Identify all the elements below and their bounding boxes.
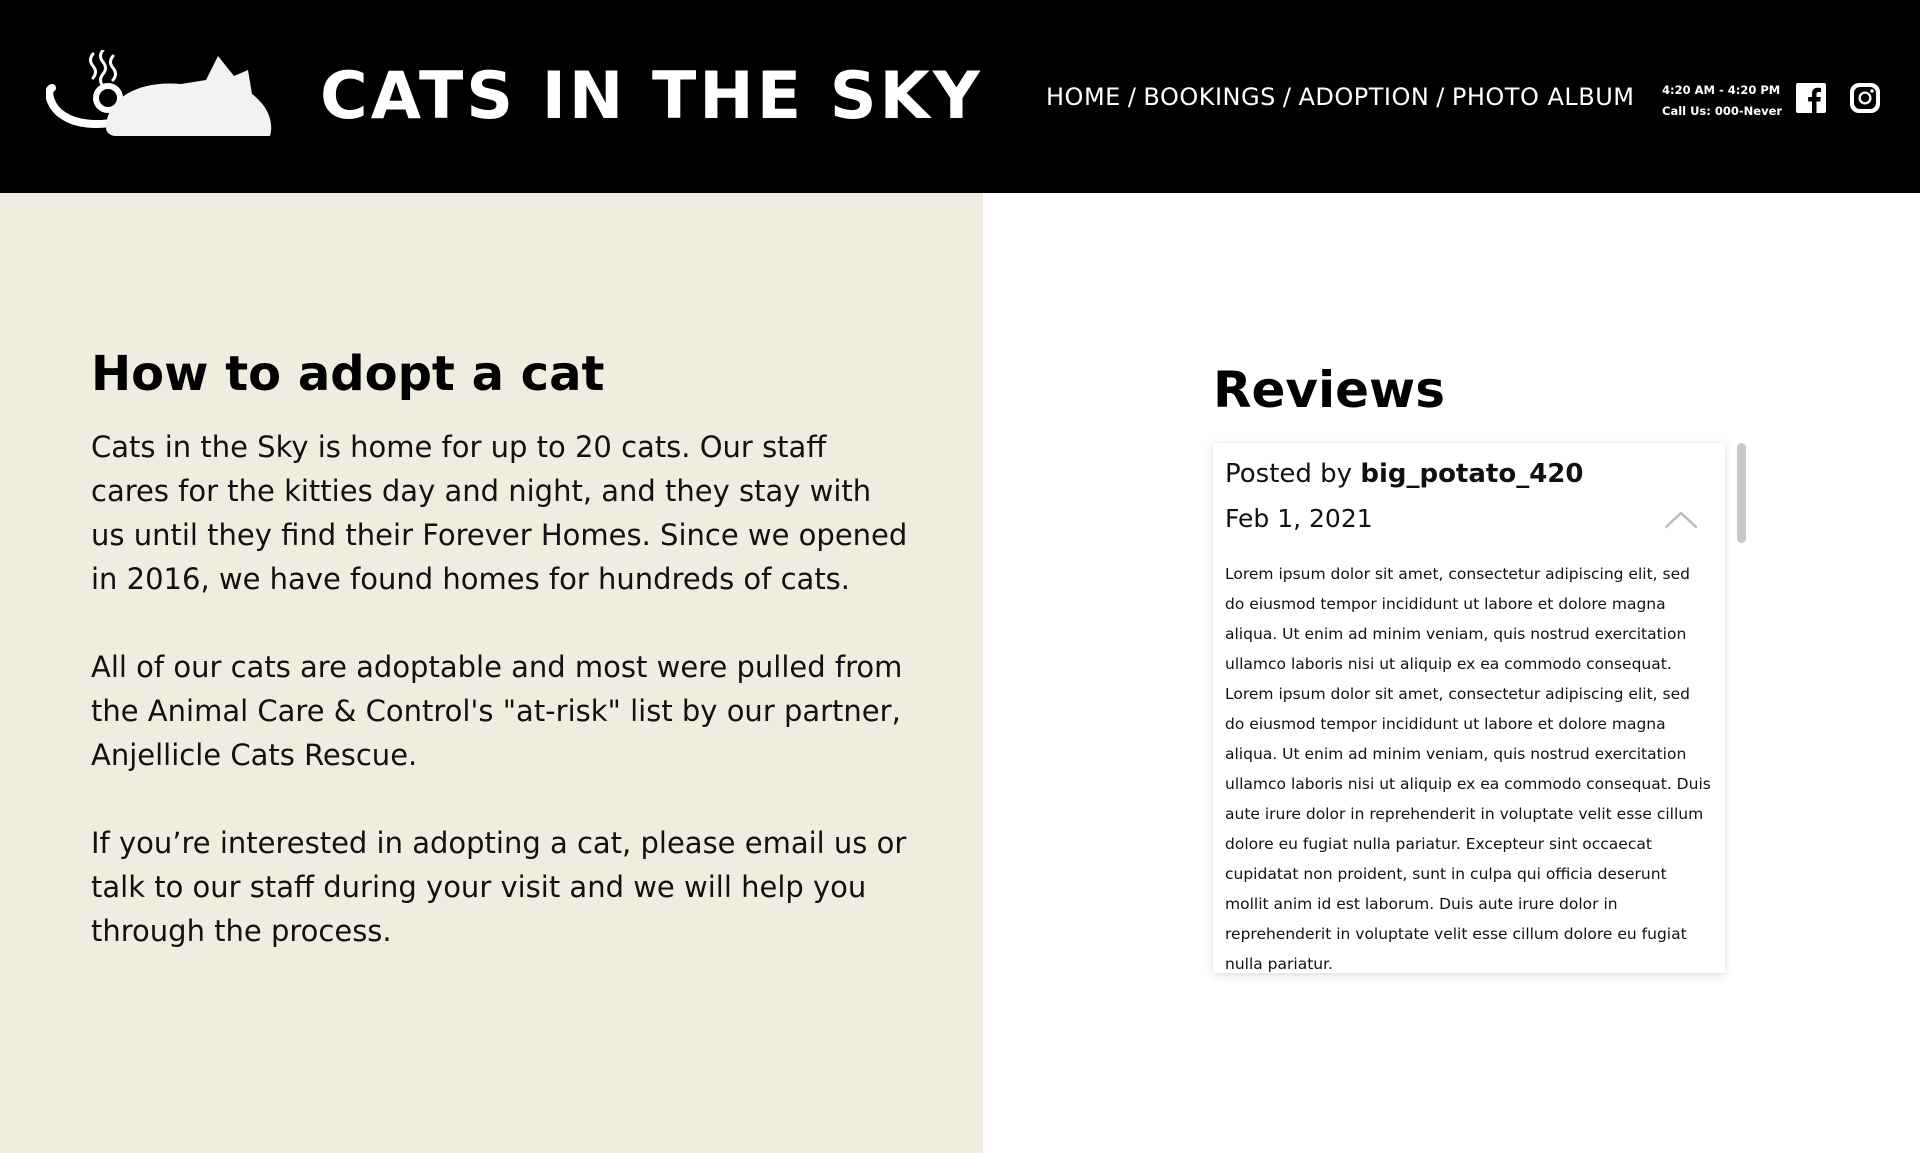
reviews-title: Reviews [1213,361,1446,419]
adoption-body: Cats in the Sky is home for up to 20 cat… [91,425,911,997]
posted-by-label: Posted by [1225,459,1361,489]
main-nav: HOME / BOOKINGS / ADOPTION / PHOTO ALBUM [1046,80,1635,114]
adoption-paragraph: Cats in the Sky is home for up to 20 cat… [91,430,908,596]
facebook-icon[interactable] [1795,82,1827,114]
review-text: Lorem ipsum dolor sit amet, consectetur … [1225,565,1711,973]
review-card: Posted by big_potato_420 Feb 1, 2021 Lor… [1213,443,1725,973]
nav-home[interactable]: HOME [1046,83,1121,111]
nav-separator: / [1282,83,1292,111]
review-author[interactable]: big_potato_420 [1360,459,1583,489]
cat-teapot-logo-icon[interactable] [46,50,282,142]
nav-bookings[interactable]: BOOKINGS [1143,83,1275,111]
nav-separator: / [1127,83,1137,111]
nav-adoption[interactable]: ADOPTION [1298,83,1429,111]
reviews-scrollbar[interactable] [1737,443,1746,543]
adoption-section: How to adopt a cat Cats in the Sky is ho… [0,193,983,1153]
opening-hours: 4:20 AM - 4:20 PM [1662,83,1781,97]
chevron-up-icon[interactable] [1663,505,1699,533]
nav-separator: / [1436,83,1445,111]
phone-number: Call Us: 000-Never [1662,104,1783,118]
site-header: CATS IN THE SKY HOME / BOOKINGS / ADOPTI… [0,0,1920,193]
instagram-icon[interactable] [1849,82,1881,114]
adoption-paragraph: If you’re interested in adopting a cat, … [91,826,907,948]
contact-info: 4:20 AM - 4:20 PM Call Us: 000-Never [1662,80,1782,122]
nav-photo-album[interactable]: PHOTO ALBUM [1452,83,1635,111]
site-title[interactable]: CATS IN THE SKY [320,57,983,137]
adoption-paragraph: All of our cats are adoptable and most w… [91,650,903,772]
review-date: Feb 1, 2021 [1225,504,1373,533]
adoption-title: How to adopt a cat [91,346,605,402]
review-byline: Posted by big_potato_420 [1225,457,1583,491]
